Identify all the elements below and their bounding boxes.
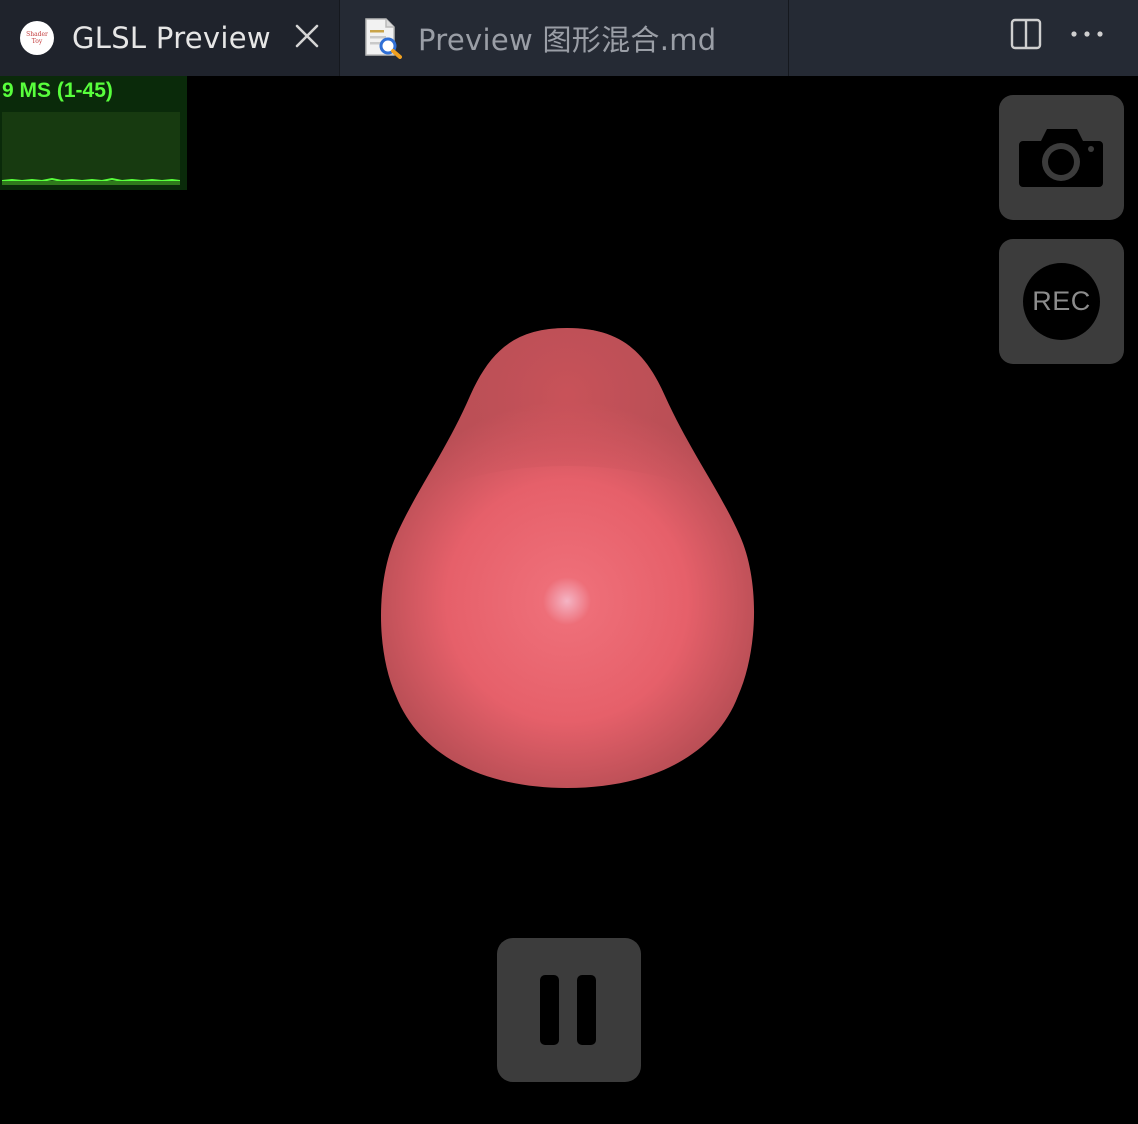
pause-button[interactable]	[497, 938, 641, 1082]
frame-time-label: 9 MS (1-45)	[2, 79, 113, 102]
markdown-preview-icon	[365, 18, 402, 59]
tab-glsl-preview[interactable]: Shader Toy GLSL Preview	[0, 0, 340, 76]
tab-preview-md[interactable]: Preview 图形混合.md	[340, 0, 789, 76]
shader-toy-logo-icon: Shader Toy	[20, 21, 54, 55]
pause-bar-left	[540, 975, 559, 1045]
frame-time-graph	[1, 112, 181, 185]
more-actions-icon[interactable]	[1068, 18, 1106, 50]
tab-label: GLSL Preview	[72, 21, 271, 55]
camera-icon	[1019, 129, 1103, 187]
fps-stats-panel[interactable]: 9 MS (1-45)	[0, 76, 187, 190]
pause-bar-right	[577, 975, 596, 1045]
editor-tab-bar: Shader Toy GLSL Preview Preview 图形混合.md	[0, 0, 1138, 76]
screenshot-button[interactable]	[999, 95, 1124, 220]
frame-time-sparkline	[1, 177, 181, 185]
record-indicator: REC	[1023, 263, 1100, 340]
split-editor-icon[interactable]	[1010, 18, 1042, 50]
shader-toy-logo-text: Shader Toy	[26, 31, 48, 45]
record-button[interactable]: REC	[999, 239, 1124, 364]
glsl-canvas[interactable]: 9 MS (1-45) REC	[0, 76, 1138, 1124]
record-label: REC	[1032, 286, 1091, 316]
tab-label: Preview 图形混合.md	[418, 23, 717, 57]
close-tab-icon[interactable]	[292, 21, 322, 51]
